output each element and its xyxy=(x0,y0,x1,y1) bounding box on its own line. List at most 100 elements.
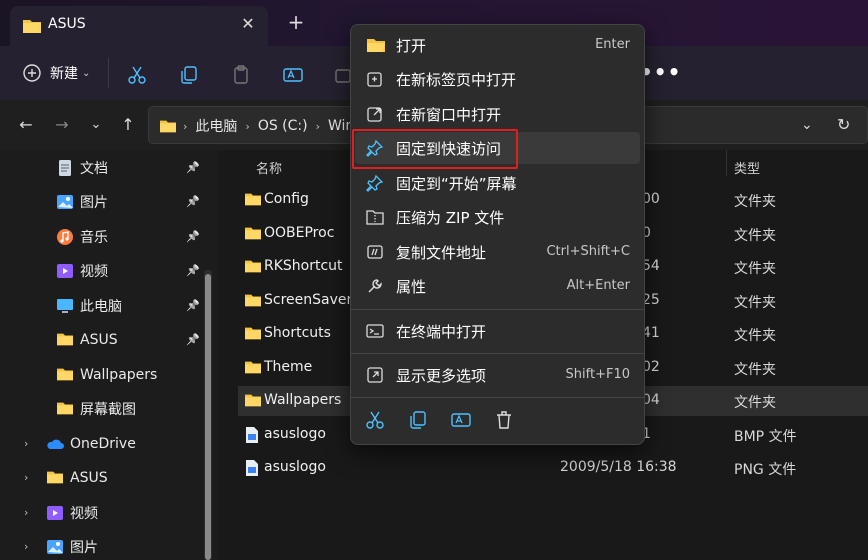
copy-icon[interactable] xyxy=(178,62,200,88)
file-date: 2009/5/18 16:38 xyxy=(560,459,677,475)
folder-icon xyxy=(244,325,262,345)
share-icon[interactable] xyxy=(334,62,350,88)
table-row[interactable]: asuslogo 2009/5/18 16:38 PNG 文件 xyxy=(238,453,868,483)
sidebar-tree-图片[interactable]: 图片 xyxy=(46,532,98,560)
folder-icon xyxy=(56,331,74,349)
forward-arrow-icon[interactable]: → xyxy=(52,115,72,135)
file-type: 文件夹 xyxy=(734,328,776,344)
new-button[interactable]: 新建 ⌄ xyxy=(22,60,90,86)
sidebar-item-label: Wallpapers xyxy=(80,367,158,383)
menu-separator xyxy=(351,309,644,310)
file-name: ScreenSaver xyxy=(264,291,353,308)
tab-label: ASUS xyxy=(48,16,86,32)
sidebar-item-asus[interactable]: ASUS xyxy=(56,325,118,355)
sidebar-item-label: 此电脑 xyxy=(80,299,122,315)
sidebar-tree-onedrive[interactable]: OneDrive xyxy=(46,429,136,459)
expand-chevron-icon[interactable]: › xyxy=(24,437,28,450)
file-type: BMP 文件 xyxy=(734,428,797,445)
chevron-right-icon: › xyxy=(183,119,188,133)
more-options-icon xyxy=(366,366,384,384)
menu-separator xyxy=(351,397,644,398)
computer-icon xyxy=(56,297,74,315)
sidebar-item-wallpapers[interactable]: Wallpapers xyxy=(56,360,157,390)
pin-icon xyxy=(366,139,384,157)
sidebar-tree-视频[interactable]: 视频 xyxy=(46,498,98,528)
menu-item-shortcut: Shift+F10 xyxy=(565,367,630,382)
breadcrumb-item[interactable]: 此电脑 xyxy=(195,116,237,136)
menu-item-label: 在新窗口中打开 xyxy=(396,106,502,124)
sidebar-item-图片[interactable]: 图片 xyxy=(56,187,108,217)
file-name: Config xyxy=(264,191,309,207)
new-button-label: 新建 xyxy=(50,66,78,82)
file-name: RKShortcut xyxy=(264,258,343,274)
copy-icon[interactable] xyxy=(407,409,429,431)
menu-item-label: 固定到快速访问 xyxy=(396,140,502,158)
cut-icon[interactable] xyxy=(364,409,386,431)
menu-item-pin-to-start[interactable]: 固定到“开始”屏幕 xyxy=(355,167,640,199)
paste-icon[interactable] xyxy=(230,62,252,88)
sidebar-item-文档[interactable]: 文档 xyxy=(56,153,108,183)
pinned-icon: 📌 xyxy=(186,264,200,277)
folder-open-icon xyxy=(366,36,385,54)
onedrive-icon xyxy=(46,435,64,453)
sidebar-item-音乐[interactable]: 音乐 xyxy=(56,222,108,252)
column-header-type[interactable]: 类型 xyxy=(734,158,760,177)
navigation-pane xyxy=(0,150,218,560)
menu-item-label: 打开 xyxy=(396,37,427,55)
close-tab-icon[interactable]: ✕ xyxy=(238,14,258,33)
sidebar-scroll-thumb[interactable] xyxy=(205,274,211,560)
menu-item-pin-to-quick-access[interactable]: 固定到快速访问 xyxy=(355,132,640,164)
file-name: asuslogo xyxy=(264,459,326,475)
menu-item-open-in-new-window[interactable]: 在新窗口中打开 xyxy=(355,98,640,130)
column-divider[interactable] xyxy=(726,150,727,176)
file-type: PNG 文件 xyxy=(734,462,797,478)
delete-icon[interactable] xyxy=(493,409,515,431)
file-name: Wallpapers xyxy=(264,392,342,408)
back-arrow-icon[interactable]: ← xyxy=(16,115,36,135)
sidebar-item-视频[interactable]: 视频 xyxy=(56,256,108,286)
sidebar-item-label: OneDrive xyxy=(70,436,136,452)
pictures-icon xyxy=(46,538,64,556)
sidebar-item-屏幕截图[interactable]: 屏幕截图 xyxy=(56,394,136,424)
new-tab-icon xyxy=(366,70,384,88)
sidebar-item-label: 视频 xyxy=(70,506,98,522)
menu-item-copy-as-path[interactable]: 复制文件地址 Ctrl+Shift+C xyxy=(355,236,640,268)
pictures-icon xyxy=(56,193,74,211)
menu-item-compress-to-zip[interactable]: 压缩为 ZIP 文件 xyxy=(355,201,640,233)
expand-chevron-icon[interactable]: › xyxy=(24,471,28,484)
terminal-icon xyxy=(366,322,384,340)
expand-chevron-icon[interactable]: › xyxy=(24,506,28,519)
menu-item-properties[interactable]: 属性 Alt+Enter xyxy=(355,270,640,302)
menu-item-open-in-new-tab[interactable]: 在新标签页中打开 xyxy=(355,63,640,95)
pinned-icon: 📌 xyxy=(186,333,200,346)
column-header-name[interactable]: 名称 xyxy=(256,158,282,177)
menu-item-shortcut: Alt+Enter xyxy=(566,278,630,293)
folder-icon xyxy=(244,292,262,312)
rename-icon[interactable] xyxy=(282,62,304,88)
more-options-button[interactable]: ••• xyxy=(640,60,681,84)
tab-asus[interactable]: ASUS ✕ xyxy=(10,6,268,46)
context-menu: 打开 Enter 在新标签页中打开在新窗口中打开 固定到快速访问固定到“开始”屏幕 压缩… xyxy=(350,24,645,445)
toolbar-divider xyxy=(108,58,109,88)
menu-item-shortcut: Ctrl+Shift+C xyxy=(546,244,630,259)
up-arrow-icon[interactable]: ↑ xyxy=(118,115,138,135)
menu-item-show-more-options[interactable]: 显示更多选项 Shift+F10 xyxy=(355,359,640,391)
sidebar-tree-asus[interactable]: ASUS xyxy=(46,463,108,493)
sidebar-item-此电脑[interactable]: 此电脑 xyxy=(56,291,122,321)
rename-icon[interactable] xyxy=(450,409,472,431)
new-tab-button[interactable]: + xyxy=(284,12,308,32)
expand-chevron-icon[interactable]: › xyxy=(24,540,28,553)
recent-chevron-icon[interactable]: ⌄ xyxy=(86,115,106,135)
address-dropdown-icon[interactable]: ⌄ xyxy=(801,117,813,133)
new-window-icon xyxy=(366,105,384,123)
cut-icon[interactable] xyxy=(126,62,148,88)
menu-item-open-in-terminal[interactable]: 在终端中打开 xyxy=(355,315,640,347)
folder-icon xyxy=(244,258,262,278)
refresh-icon[interactable]: ↻ xyxy=(837,115,850,134)
sidebar-item-label: 图片 xyxy=(80,195,108,211)
breadcrumb-item[interactable]: OS (C:) xyxy=(258,118,308,134)
menu-item-open[interactable]: 打开 Enter xyxy=(355,29,640,61)
menu-item-label: 属性 xyxy=(396,278,427,296)
folder-icon xyxy=(160,120,176,133)
sidebar-item-label: ASUS xyxy=(70,470,108,486)
